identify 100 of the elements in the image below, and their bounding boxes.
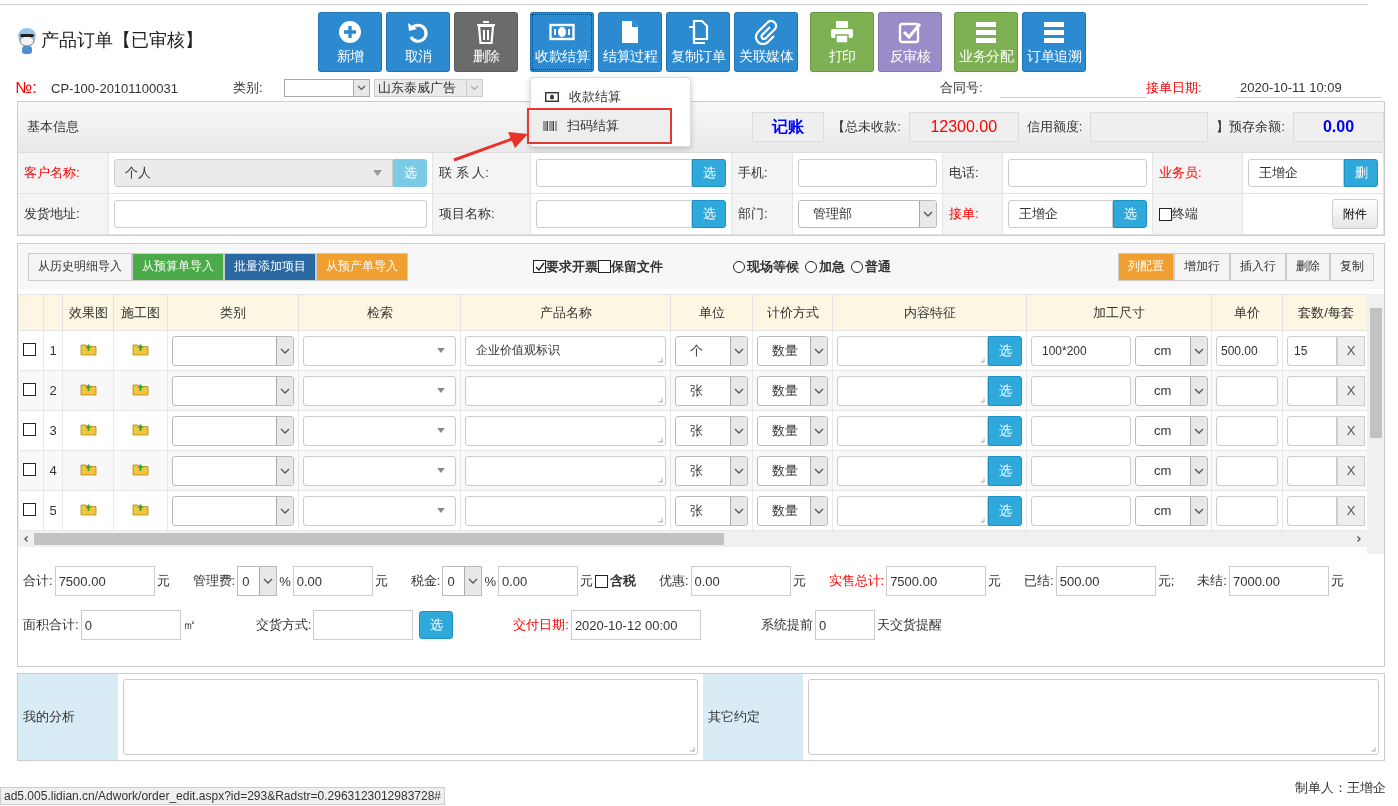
toolbar-button[interactable]: 订单追溯 (1022, 12, 1086, 72)
row-checkbox[interactable] (23, 502, 36, 516)
product-name-field[interactable] (465, 375, 666, 406)
total-field[interactable]: 7000.00 (1228, 566, 1329, 596)
size-field[interactable] (1031, 375, 1131, 406)
total-field[interactable]: 7500.00 (886, 566, 987, 596)
total-field[interactable]: 2020-10-12 00:00 (570, 610, 701, 640)
category-select[interactable] (172, 495, 294, 526)
toolbar-button[interactable]: 结算过程 (598, 12, 662, 72)
product-name-field[interactable] (465, 415, 666, 446)
input-field[interactable] (536, 200, 692, 228)
radio-button[interactable] (851, 260, 863, 273)
search-select[interactable] (303, 495, 456, 526)
sets-field[interactable] (1287, 495, 1337, 526)
notes-textarea[interactable] (123, 679, 698, 755)
size-unit-select[interactable]: cm (1135, 455, 1208, 486)
row-action-button[interactable]: 复制 (1330, 252, 1374, 281)
chevron-left-icon[interactable] (22, 535, 30, 543)
size-field[interactable] (1031, 455, 1131, 486)
remove-button[interactable]: X (1337, 375, 1365, 406)
unit-select[interactable]: 个 (675, 335, 748, 366)
pricing-select[interactable]: 数量 (757, 415, 828, 446)
sets-field[interactable] (1287, 415, 1337, 446)
order-date-field[interactable]: 2020-10-11 10:09 (1236, 78, 1381, 98)
remove-button[interactable]: X (1337, 455, 1365, 486)
category-select[interactable] (172, 455, 294, 486)
pricing-select[interactable]: 数量 (757, 455, 828, 486)
folder-icon[interactable] (79, 502, 97, 516)
product-name-field[interactable] (465, 495, 666, 526)
total-field[interactable]: 0 (814, 610, 875, 640)
import-button[interactable]: 批量添加项目 (224, 252, 316, 281)
sets-field[interactable]: 15 (1287, 335, 1337, 366)
unit-select[interactable]: 张 (675, 495, 748, 526)
horizontal-scrollbar[interactable] (18, 531, 1368, 547)
total-field[interactable]: 0.00 (497, 566, 578, 596)
features-field[interactable] (837, 495, 988, 526)
product-name-field[interactable]: 企业价值观标识 (465, 335, 666, 366)
folder-icon[interactable] (132, 422, 149, 436)
sets-field[interactable] (1287, 375, 1337, 406)
rate-select[interactable]: 0 (237, 566, 278, 596)
total-field[interactable]: 500.00 (1055, 566, 1156, 596)
folder-icon[interactable] (79, 422, 97, 436)
unit-select[interactable]: 张 (675, 415, 748, 446)
features-field[interactable] (837, 335, 988, 366)
import-button[interactable]: 从历史明细导入 (28, 252, 132, 281)
rate-select[interactable]: 0 (442, 566, 483, 596)
search-select[interactable] (303, 335, 456, 366)
menu-item[interactable]: 扫码结算 (529, 110, 670, 142)
folder-icon[interactable] (132, 382, 149, 396)
toolbar-button[interactable]: 删除 (454, 12, 518, 72)
price-field[interactable] (1216, 495, 1278, 526)
input-field[interactable]: 王增企 (1008, 200, 1113, 228)
folder-icon[interactable] (79, 342, 97, 356)
search-select[interactable] (303, 375, 456, 406)
checkbox[interactable] (594, 574, 608, 588)
features-field[interactable] (837, 375, 988, 406)
checkbox[interactable] (598, 260, 611, 273)
toolbar-button[interactable]: 取消 (386, 12, 450, 72)
checkbox[interactable] (1159, 207, 1172, 221)
price-field[interactable] (1216, 375, 1278, 406)
search-select[interactable] (303, 415, 456, 446)
row-checkbox[interactable] (23, 462, 36, 476)
category-select[interactable] (172, 415, 294, 446)
toolbar-button[interactable]: 复制订单 (666, 12, 730, 72)
pricing-select[interactable]: 数量 (757, 335, 828, 366)
features-field[interactable] (837, 455, 988, 486)
company-select[interactable]: 山东泰威广告 (374, 79, 483, 97)
total-field[interactable]: 0.00 (292, 566, 373, 596)
category-select[interactable] (172, 375, 294, 406)
folder-icon[interactable] (79, 462, 97, 476)
input-field[interactable] (1008, 159, 1147, 187)
price-field[interactable]: 500.00 (1216, 335, 1278, 366)
toolbar-button[interactable]: 关联媒体 (734, 12, 798, 72)
features-field[interactable] (837, 415, 988, 446)
price-field[interactable] (1216, 455, 1278, 486)
product-name-field[interactable] (465, 455, 666, 486)
folder-icon[interactable] (132, 502, 149, 516)
total-field[interactable]: 0.00 (690, 566, 791, 596)
attachment-button[interactable]: 附件 (1332, 199, 1378, 229)
size-unit-select[interactable]: cm (1135, 495, 1208, 526)
row-checkbox[interactable] (23, 422, 36, 436)
total-field[interactable]: 0 (80, 610, 181, 640)
menu-item[interactable]: 收款结算 (531, 84, 690, 110)
toolbar-button[interactable]: 新增 (318, 12, 382, 72)
row-checkbox[interactable] (23, 342, 36, 356)
vertical-scrollbar[interactable] (1367, 294, 1384, 554)
unit-select[interactable]: 张 (675, 455, 748, 486)
search-select[interactable] (303, 455, 456, 486)
folder-icon[interactable] (79, 382, 97, 396)
row-action-button[interactable]: 插入行 (1230, 252, 1286, 281)
input-field[interactable] (536, 159, 692, 187)
category-select[interactable] (284, 79, 370, 97)
radio-button[interactable] (805, 260, 817, 273)
size-unit-select[interactable]: cm (1135, 335, 1208, 366)
select-field[interactable]: 管理部 (798, 200, 937, 228)
row-action-button[interactable]: 增加行 (1174, 252, 1230, 281)
folder-icon[interactable] (132, 342, 149, 356)
sets-field[interactable] (1287, 455, 1337, 486)
size-field[interactable] (1031, 415, 1131, 446)
folder-icon[interactable] (132, 462, 149, 476)
